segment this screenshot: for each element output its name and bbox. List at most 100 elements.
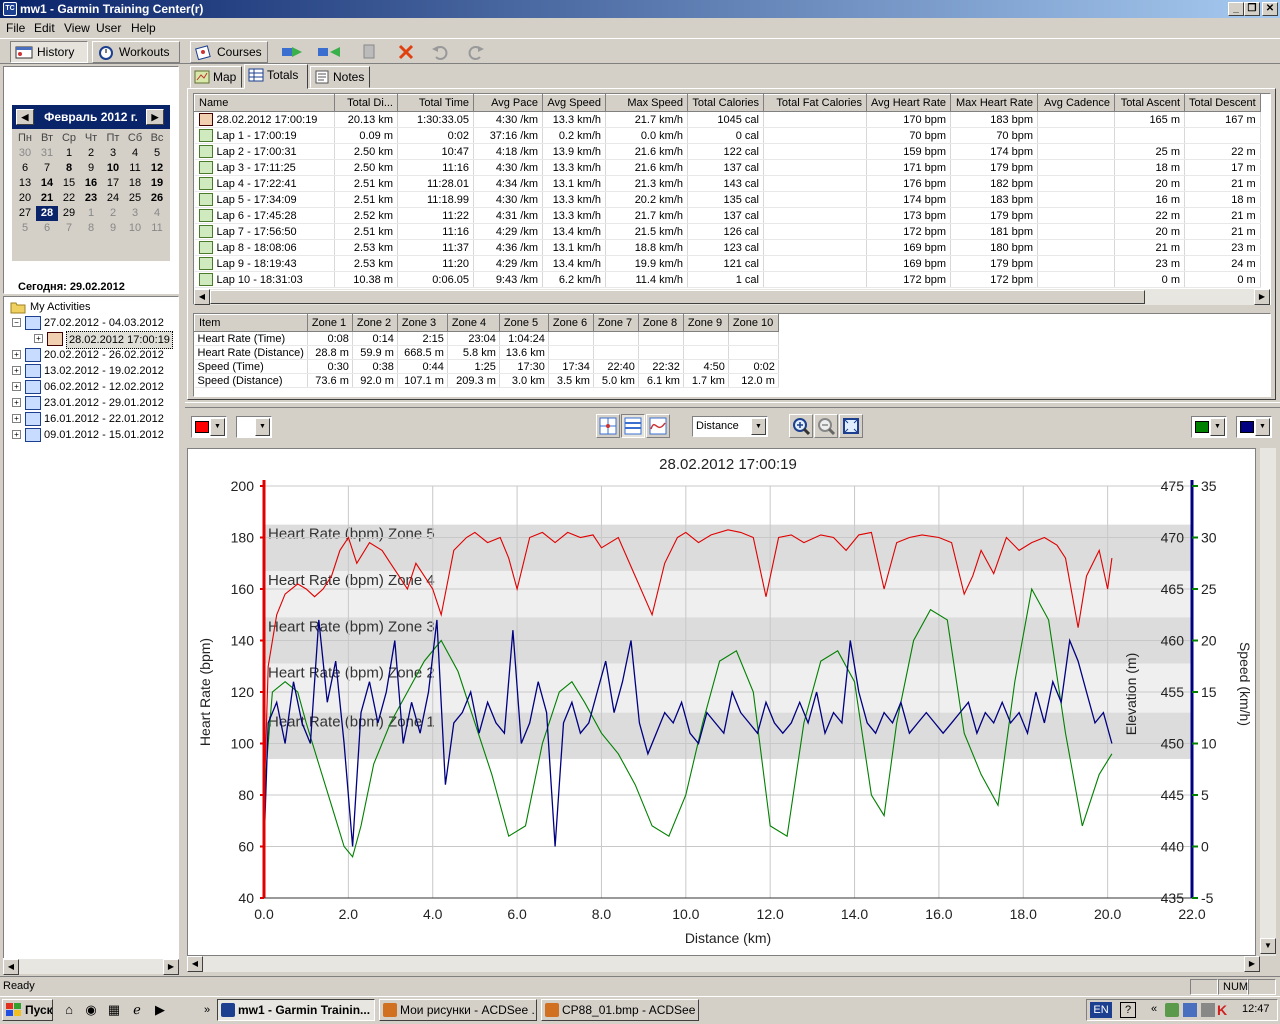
column-header[interactable]: Total Ascent xyxy=(1114,94,1186,112)
laps-horizontal-scrollbar[interactable]: ◀ ▶ xyxy=(194,289,1270,305)
tab-map[interactable]: Map xyxy=(190,66,242,88)
zone-column-header[interactable]: Zone 2 xyxy=(351,314,398,332)
expand-icon[interactable]: + xyxy=(12,382,21,391)
chart-horizontal-scrollbar[interactable]: ◀ ▶ xyxy=(187,956,1260,972)
expand-icon[interactable]: + xyxy=(34,334,43,343)
taskbar-item-garmin[interactable]: mw1 - Garmin Trainin... xyxy=(217,999,375,1021)
calendar-day[interactable]: 8 xyxy=(80,221,102,236)
x-axis-select[interactable]: Distance ▼ xyxy=(692,416,768,437)
calendar-day[interactable]: 16 xyxy=(80,176,102,191)
zone-column-header[interactable]: Zone 7 xyxy=(592,314,639,332)
calendar-day[interactable]: 11 xyxy=(146,221,168,236)
column-header[interactable]: Total Di... xyxy=(334,94,398,112)
smoothing-button[interactable] xyxy=(646,414,670,438)
scroll-right-icon[interactable]: ▶ xyxy=(1254,289,1270,305)
speed-color-picker[interactable]: ▼ xyxy=(1236,416,1272,438)
calendar-day[interactable]: 7 xyxy=(58,221,80,236)
menu-user[interactable]: User xyxy=(96,21,121,35)
chart-area[interactable]: Heart Rate (bpm) Zone 5 Heart Rate (bpm) … xyxy=(187,448,1256,956)
lap-row[interactable]: Lap 7 - 17:56:50 2.51 km 11:16 4:29 /km 13.4… xyxy=(194,223,1261,240)
calendar-day[interactable]: 29 xyxy=(58,206,80,221)
scroll-right-icon[interactable]: ▶ xyxy=(163,959,179,975)
zone-column-header[interactable]: Zone 10 xyxy=(727,314,779,332)
column-header[interactable]: Avg Speed xyxy=(542,94,606,112)
expand-icon[interactable]: + xyxy=(12,366,21,375)
chart-vertical-scrollbar[interactable]: ▼ xyxy=(1260,448,1276,956)
calendar-day[interactable]: 1 xyxy=(80,206,102,221)
taskbar-item-acdsee-folder[interactable]: Мои рисунки - ACDSee ... xyxy=(379,999,537,1021)
network-icon[interactable] xyxy=(1183,1003,1197,1017)
calendar-day[interactable]: 17 xyxy=(102,176,124,191)
elevation-color-picker[interactable]: ▼ xyxy=(1191,416,1227,438)
zone-column-header[interactable]: Zone 6 xyxy=(547,314,594,332)
column-header[interactable]: Total Calories xyxy=(687,94,764,112)
lap-row[interactable]: Lap 6 - 17:45:28 2.52 km 11:22 4:31 /km 13.3… xyxy=(194,207,1261,224)
undo-icon[interactable] xyxy=(430,43,450,61)
calendar-day[interactable]: 10 xyxy=(124,221,146,236)
calendar-day[interactable]: 7 xyxy=(36,161,58,176)
calendar-day[interactable]: 2 xyxy=(80,146,102,161)
antivirus-icon[interactable]: K xyxy=(1217,1002,1227,1018)
calendar-day[interactable]: 4 xyxy=(124,146,146,161)
copy-icon[interactable] xyxy=(360,43,380,61)
calendar-day[interactable]: 31 xyxy=(36,146,58,161)
lap-row[interactable]: Lap 1 - 17:00:19 0.09 m 0:02 37:16 /km 0.2 k… xyxy=(194,127,1261,144)
lap-row[interactable]: Lap 8 - 18:08:06 2.53 km 11:37 4:36 /km 13.1… xyxy=(194,239,1261,256)
send-to-device-icon[interactable] xyxy=(280,43,308,61)
column-header[interactable]: Max Speed xyxy=(605,94,688,112)
menu-help[interactable]: Help xyxy=(131,21,156,35)
lap-row[interactable]: Lap 4 - 17:22:41 2.51 km 11:28.01 4:34 /km 1… xyxy=(194,175,1261,192)
menu-edit[interactable]: Edit xyxy=(34,21,55,35)
calendar-day[interactable]: 9 xyxy=(80,161,102,176)
calendar-day[interactable]: 12 xyxy=(146,161,168,176)
calendar-day[interactable]: 10 xyxy=(102,161,124,176)
scroll-down-icon[interactable]: ▼ xyxy=(1260,938,1276,954)
column-header[interactable]: Avg Heart Rate xyxy=(865,94,952,112)
secondary-color-picker[interactable]: ▼ xyxy=(236,416,272,438)
lap-row[interactable]: 28.02.2012 17:00:19 20.13 km 1:30:33.05 4:3… xyxy=(194,111,1261,128)
column-header[interactable]: Name xyxy=(194,94,335,112)
left-axis-color-picker[interactable]: ▼ xyxy=(191,416,227,438)
calendar-day[interactable]: 21 xyxy=(36,191,58,206)
menu-view[interactable]: View xyxy=(64,21,90,35)
calendar-day[interactable]: 15 xyxy=(58,176,80,191)
taskbar-item-acdsee-image[interactable]: CP88_01.bmp - ACDSee ... xyxy=(541,999,699,1021)
quick-launch-home-icon[interactable]: ⌂ xyxy=(60,1001,78,1019)
zones-toggle-button[interactable] xyxy=(621,414,645,438)
column-header[interactable]: Avg Cadence xyxy=(1037,94,1116,112)
quick-launch-media-icon[interactable]: ◉ xyxy=(82,1001,100,1019)
calendar-day[interactable]: 8 xyxy=(58,161,80,176)
zoom-in-button[interactable] xyxy=(789,414,813,438)
scroll-left-icon[interactable]: ◀ xyxy=(3,959,19,975)
receive-from-device-icon[interactable] xyxy=(316,43,344,61)
lap-row[interactable]: Lap 2 - 17:00:31 2.50 km 10:47 4:18 /km 13.9… xyxy=(194,143,1261,160)
column-header[interactable]: Max Heart Rate xyxy=(950,94,1039,112)
calendar-day[interactable]: 24 xyxy=(102,191,124,206)
quick-launch-player-icon[interactable]: ▶ xyxy=(151,1001,169,1019)
calendar-day[interactable]: 1 xyxy=(58,146,80,161)
start-button[interactable]: Пуск xyxy=(2,999,53,1021)
zone-column-header[interactable]: Zone 1 xyxy=(306,314,353,332)
calendar-day[interactable]: 28 xyxy=(36,206,58,221)
calendar-day[interactable]: 11 xyxy=(124,161,146,176)
calendar-day[interactable]: 9 xyxy=(102,221,124,236)
scroll-left-icon[interactable]: ◀ xyxy=(194,289,210,305)
workouts-button[interactable]: Workouts xyxy=(92,41,180,63)
crosshair-button[interactable] xyxy=(596,414,620,438)
tab-notes[interactable]: Notes xyxy=(310,66,370,88)
zone-column-header[interactable]: Zone 9 xyxy=(682,314,729,332)
calendar-day[interactable]: 19 xyxy=(146,176,168,191)
calendar-day[interactable]: 5 xyxy=(14,221,36,236)
calendar-day[interactable]: 23 xyxy=(80,191,102,206)
pane-splitter[interactable] xyxy=(185,402,1280,408)
lap-row[interactable]: Lap 5 - 17:34:09 2.51 km 11:18.99 4:30 /km 1… xyxy=(194,191,1261,208)
tray-expand-icon[interactable]: « xyxy=(1151,1003,1157,1015)
zone-column-header[interactable]: Zone 5 xyxy=(498,314,549,332)
calendar-day[interactable]: 13 xyxy=(14,176,36,191)
scroll-thumb[interactable] xyxy=(210,290,1145,304)
quick-launch-calendar-icon[interactable]: ▦ xyxy=(105,1001,123,1019)
calendar-day[interactable]: 4 xyxy=(146,206,168,221)
column-header[interactable]: Total Time xyxy=(397,94,474,112)
expand-icon[interactable]: + xyxy=(12,414,21,423)
calendar-day[interactable]: 3 xyxy=(124,206,146,221)
